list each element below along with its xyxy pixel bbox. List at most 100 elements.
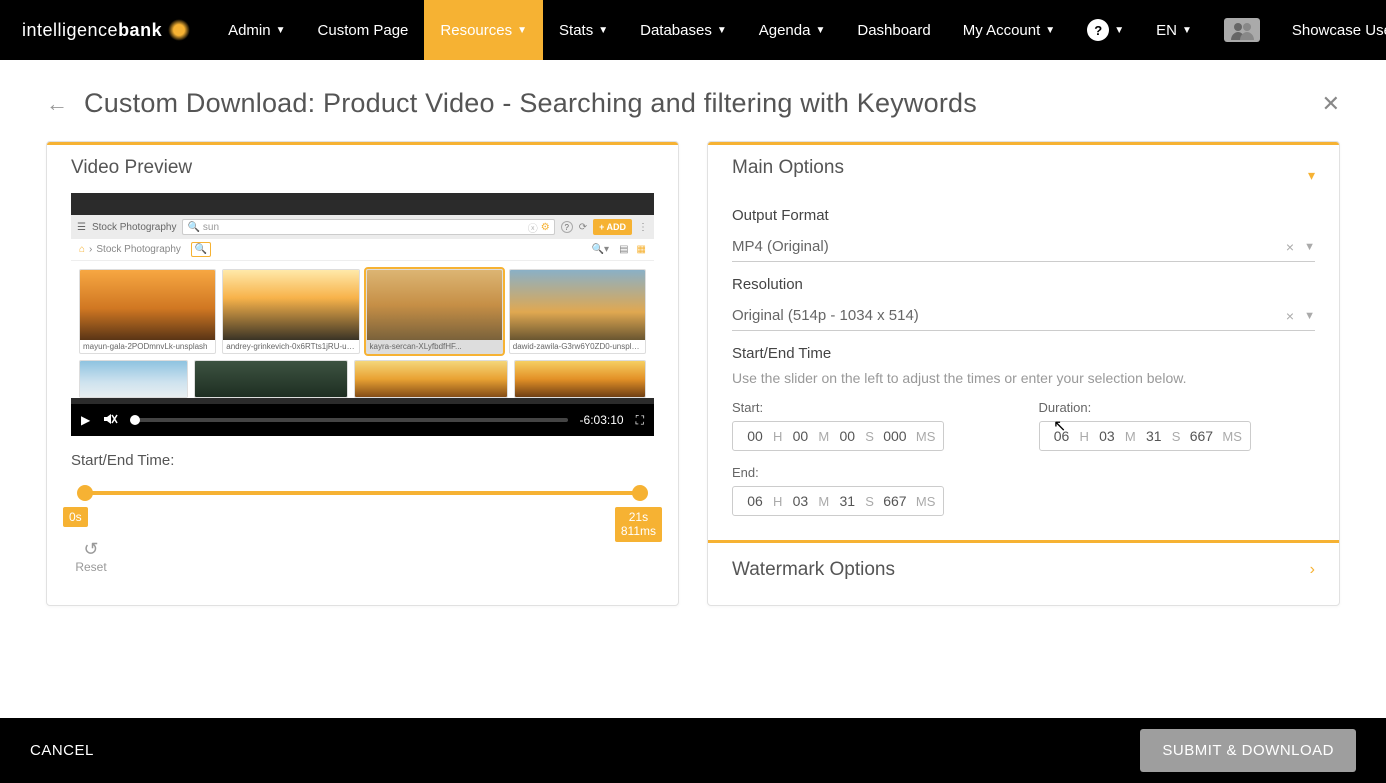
search-icon: 🔍 <box>187 222 199 233</box>
main-options-panel: Main Options ▾ Output Format MP4 (Origin… <box>707 141 1340 606</box>
chevron-down-icon[interactable]: ▼ <box>1304 241 1315 253</box>
output-format-label: Output Format <box>732 207 1315 224</box>
thumbnail <box>514 360 646 398</box>
back-arrow-icon[interactable]: ← <box>46 91 68 117</box>
dur-s[interactable] <box>1140 428 1168 444</box>
end-m[interactable] <box>786 493 814 509</box>
mute-icon[interactable] <box>102 411 118 430</box>
nav-resources[interactable]: Resources▼ <box>424 0 543 60</box>
caret-down-icon: ▼ <box>598 25 608 36</box>
start-s[interactable] <box>833 428 861 444</box>
video-controls: ▶ -6:03:10 ⛶ <box>71 404 654 436</box>
panels-row: Video Preview ☰ Stock Photography 🔍 sun … <box>0 141 1386 606</box>
watermark-heading: Watermark Options <box>732 559 895 581</box>
user-menu[interactable]: Showcase User▼ <box>1276 0 1386 60</box>
caret-down-icon: ▼ <box>276 25 286 36</box>
caret-down-icon: ▼ <box>517 25 527 36</box>
caret-down-icon: ▼ <box>815 25 825 36</box>
end-time-label: End: <box>732 465 1315 480</box>
start-ms[interactable] <box>878 428 912 444</box>
brand-logo[interactable]: intelligencebank <box>0 19 212 41</box>
thumbnail <box>354 360 508 398</box>
start-time-col: Start: H M S MS <box>732 400 1009 451</box>
top-nav: intelligencebank Admin▼ Custom Page Reso… <box>0 0 1386 60</box>
chevron-down-icon: ▾ <box>1308 167 1315 184</box>
caret-down-icon: ▼ <box>1114 25 1124 36</box>
refresh-icon: ⟳ <box>579 222 587 233</box>
progress-knob[interactable] <box>130 415 140 425</box>
help-menu[interactable]: ? ▼ <box>1071 0 1140 60</box>
chevron-right-icon: › <box>1310 561 1315 579</box>
inner-section-title: Stock Photography <box>92 222 177 233</box>
cancel-button[interactable]: CANCEL <box>30 742 94 759</box>
output-format-select[interactable]: MP4 (Original) × ▼ <box>732 232 1315 262</box>
nav-dashboard[interactable]: Dashboard <box>841 0 946 60</box>
nav-agenda[interactable]: Agenda▼ <box>743 0 842 60</box>
start-time-label: Start: <box>732 400 1009 415</box>
end-s[interactable] <box>833 493 861 509</box>
user-avatar[interactable] <box>1208 0 1276 60</box>
slider-start-knob[interactable] <box>77 485 93 501</box>
thumbnail <box>79 360 188 398</box>
dur-h[interactable] <box>1048 428 1076 444</box>
clear-icon[interactable]: × <box>1286 308 1294 324</box>
thumbnail: dawid-zawila-G3rw6Y0ZD0-unsplash <box>509 269 646 354</box>
slider-end-knob[interactable] <box>632 485 648 501</box>
panel-accent-bar <box>47 142 678 145</box>
list-view-icon: ▤ <box>619 244 628 255</box>
thumbnail: kayra-sercan-XLyfbdfHF... <box>366 269 503 354</box>
thumbnail: mayun-gala-2PODmnvLk-unsplash <box>79 269 216 354</box>
submit-download-button[interactable]: SUBMIT & DOWNLOAD <box>1140 729 1356 772</box>
play-icon[interactable]: ▶ <box>81 413 90 427</box>
video-progress[interactable] <box>130 418 567 422</box>
duration-col: Duration: H M S MS <box>1039 400 1316 451</box>
caret-down-icon: ▼ <box>1045 25 1055 36</box>
time-row-top: Start: H M S MS Duration: H M S MS <box>732 400 1315 451</box>
video-inner-toolbar: ☰ Stock Photography 🔍 sun ⓧ ⚙ ? ⟳ + ADD … <box>71 215 654 239</box>
end-h[interactable] <box>741 493 769 509</box>
trim-slider[interactable]: 0s 21s811ms <box>81 487 644 499</box>
dur-m[interactable] <box>1093 428 1121 444</box>
panel-accent-bar <box>708 142 1339 145</box>
sun-logo-icon <box>168 19 190 41</box>
nav-admin[interactable]: Admin▼ <box>212 0 301 60</box>
video-inner-tabbar <box>71 193 654 215</box>
close-icon[interactable]: ✕ <box>1322 91 1340 117</box>
reset-icon: ↺ <box>71 539 111 560</box>
startend-label: Start/End Time <box>732 345 1315 362</box>
slider-track <box>81 491 644 495</box>
page-title: Custom Download: Product Video - Searchi… <box>84 88 977 119</box>
search-dropdown-icon: 🔍▾ <box>592 244 609 255</box>
nav-stats[interactable]: Stats▼ <box>543 0 624 60</box>
reset-button[interactable]: ↺ Reset <box>71 539 111 574</box>
language-select[interactable]: EN▼ <box>1140 0 1208 60</box>
hamburger-icon: ☰ <box>77 222 86 233</box>
end-time-input: H M S MS <box>732 486 944 516</box>
startend-hint: Use the slider on the left to adjust the… <box>732 370 1315 386</box>
chevron-down-icon[interactable]: ▼ <box>1304 310 1315 322</box>
start-time-input: H M S MS <box>732 421 944 451</box>
help-small-icon: ? <box>561 221 573 233</box>
grid-view-icon: ▦ <box>637 244 646 255</box>
start-h[interactable] <box>741 428 769 444</box>
video-preview-heading: Video Preview <box>71 157 654 179</box>
watermark-options-header[interactable]: Watermark Options › <box>732 543 1315 585</box>
dur-ms[interactable] <box>1184 428 1218 444</box>
time-remaining: -6:03:10 <box>580 413 624 427</box>
nav-databases[interactable]: Databases▼ <box>624 0 743 60</box>
fullscreen-icon[interactable]: ⛶ <box>636 413 644 428</box>
nav-custom-page[interactable]: Custom Page <box>302 0 425 60</box>
main-options-header[interactable]: Main Options ▾ <box>732 157 1315 193</box>
nav-my-account[interactable]: My Account▼ <box>947 0 1071 60</box>
clear-icon[interactable]: × <box>1286 239 1294 255</box>
caret-down-icon: ▼ <box>717 25 727 36</box>
thumbnail <box>194 360 348 398</box>
nav-items: Admin▼ Custom Page Resources▼ Stats▼ Dat… <box>212 0 1071 60</box>
duration-input: H M S MS <box>1039 421 1251 451</box>
resolution-select[interactable]: Original (514p - 1034 x 514) × ▼ <box>732 301 1315 331</box>
video-preview-panel: Video Preview ☰ Stock Photography 🔍 sun … <box>46 141 679 606</box>
video-box: ☰ Stock Photography 🔍 sun ⓧ ⚙ ? ⟳ + ADD … <box>71 193 654 436</box>
end-ms[interactable] <box>878 493 912 509</box>
add-button: + ADD <box>593 219 632 235</box>
start-m[interactable] <box>786 428 814 444</box>
